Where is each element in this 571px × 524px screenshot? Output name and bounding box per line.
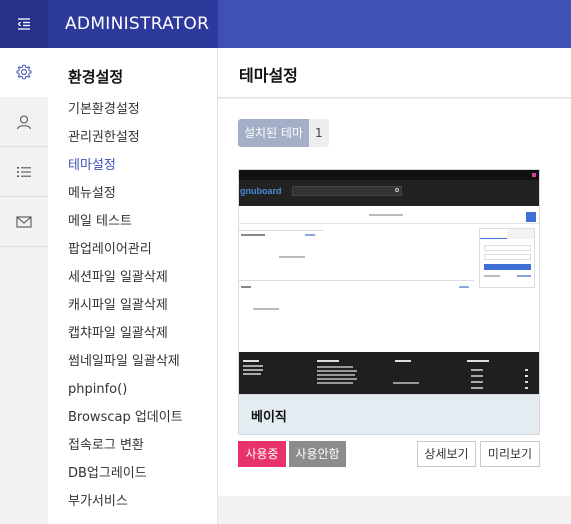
submenu-item-db-upgrade[interactable]: DB업그레이드 (68, 460, 183, 488)
submenu-item-session-delete[interactable]: 세션파일 일괄삭제 (68, 264, 183, 292)
submenu-item-menu-config[interactable]: 메뉴설정 (68, 180, 183, 208)
mail-icon (16, 215, 32, 228)
settings-submenu: 환경설정 기본환경설정 관리권한설정 테마설정 메뉴설정 메일 테스트 팝업레이… (48, 48, 218, 524)
theme-detail-button[interactable]: 상세보기 (417, 441, 476, 467)
submenu-item-access-log-convert[interactable]: 접속로그 변환 (68, 432, 183, 460)
app-title: ADMINISTRATOR (48, 0, 218, 48)
submenu-item-basic-config[interactable]: 기본환경설정 (68, 96, 183, 124)
submenu-item-phpinfo[interactable]: phpinfo() (68, 376, 183, 404)
submenu-title: 환경설정 (68, 68, 124, 86)
main-area: 테마설정 설치된 테마 1 gnuboard 베이직 사용중 사용안함 상세보기… (218, 48, 571, 524)
submenu-item-theme-config[interactable]: 테마설정 (68, 152, 183, 180)
installed-themes-count: 1 (309, 119, 329, 147)
submenu-item-mail-test[interactable]: 메일 테스트 (68, 208, 183, 236)
theme-name: 베이직 (251, 410, 287, 425)
menu-collapse-icon (17, 18, 30, 30)
rail-members-button[interactable] (0, 97, 48, 147)
menu-toggle-button[interactable] (0, 0, 48, 48)
submenu-item-cache-delete[interactable]: 캐시파일 일괄삭제 (68, 292, 183, 320)
top-bar: ADMINISTRATOR (0, 0, 571, 48)
installed-themes-badge: 설치된 테마 1 (238, 119, 329, 147)
submenu-item-popup-layer[interactable]: 팝업레이어관리 (68, 236, 183, 264)
theme-preview-button[interactable]: 미리보기 (480, 441, 540, 467)
submenu-item-addon-services[interactable]: 부가서비스 (68, 488, 183, 516)
submenu-item-auth-config[interactable]: 관리권한설정 (68, 124, 183, 152)
theme-preview-logo: gnuboard (240, 186, 282, 196)
submenu-item-thumbnail-delete[interactable]: 썸네일파일 일괄삭제 (68, 348, 183, 376)
gear-icon (16, 64, 32, 80)
page-header: 테마설정 (218, 48, 571, 98)
theme-card: gnuboard 베이직 (238, 169, 540, 435)
user-icon (16, 114, 32, 129)
submenu-item-captcha-delete[interactable]: 캡챠파일 일괄삭제 (68, 320, 183, 348)
theme-screenshot[interactable]: gnuboard (239, 170, 539, 394)
icon-rail (0, 48, 48, 524)
theme-content: 설치된 테마 1 gnuboard 베이직 사용중 사용안함 상세보기 미리보기 (218, 99, 571, 496)
list-icon (17, 166, 31, 177)
theme-active-button[interactable]: 사용중 (238, 441, 286, 467)
page-title: 테마설정 (239, 66, 298, 85)
installed-themes-label: 설치된 테마 (238, 119, 310, 147)
submenu-list: 기본환경설정 관리권한설정 테마설정 메뉴설정 메일 테스트 팝업레이어관리 세… (68, 96, 183, 516)
rail-mail-button[interactable] (0, 197, 48, 247)
rail-settings-button[interactable] (0, 48, 48, 97)
theme-deactivate-button[interactable]: 사용안함 (289, 441, 346, 467)
rail-board-button[interactable] (0, 147, 48, 197)
submenu-item-browscap-update[interactable]: Browscap 업데이트 (68, 404, 183, 432)
theme-name-bar: 베이직 (239, 394, 539, 434)
